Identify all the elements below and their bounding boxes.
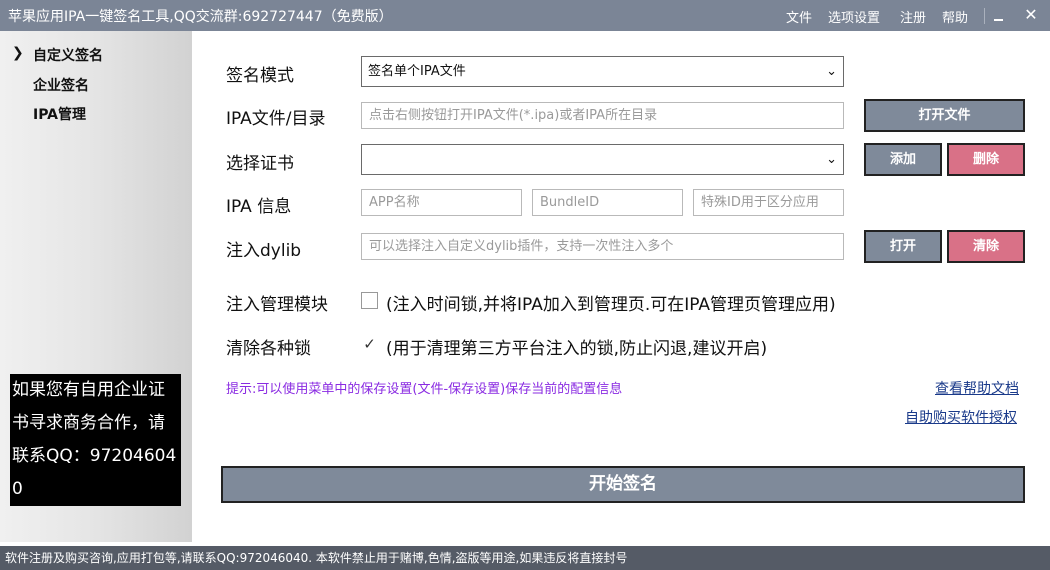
open-file-button[interactable]: 打开文件 xyxy=(864,99,1025,132)
add-certificate-button[interactable]: 添加 xyxy=(864,143,942,176)
help-doc-link[interactable]: 查看帮助文档 xyxy=(935,378,1019,398)
sign-mode-select[interactable]: 签名单个IPA文件 ⌄ xyxy=(361,56,844,87)
sidebar-item-ipa-manage[interactable]: IPA管理 xyxy=(33,104,86,124)
chevron-right-icon: ❯ xyxy=(12,45,24,61)
hint-text: 提示:可以使用菜单中的保存设置(文件-保存设置)保存当前的配置信息 xyxy=(226,382,623,397)
sign-mode-label: 签名模式 xyxy=(226,66,294,86)
menu-help[interactable]: 帮助 xyxy=(942,7,968,26)
chevron-down-icon: ⌄ xyxy=(826,64,837,79)
ipa-info-label: IPA 信息 xyxy=(226,197,292,217)
window-title: 苹果应用IPA一键签名工具,QQ交流群:692727447（免费版） xyxy=(8,9,393,25)
clear-locks-description: (用于清理第三方平台注入的锁,防止闪退,建议开启) xyxy=(386,339,768,359)
menu-register[interactable]: 注册 xyxy=(900,7,926,26)
close-icon[interactable]: ✕ xyxy=(1021,5,1041,25)
status-bar: 软件注册及购买咨询,应用打包等,请联系QQ:972046040. 本软件禁止用于… xyxy=(0,546,1050,570)
title-separator xyxy=(984,8,985,24)
menu-options[interactable]: 选项设置 xyxy=(828,7,880,26)
inject-module-description: (注入时间锁,并将IPA加入到管理页.可在IPA管理页管理应用) xyxy=(386,295,836,315)
bundle-id-input[interactable]: BundleID xyxy=(532,189,683,216)
special-id-input[interactable]: 特殊ID用于区分应用 xyxy=(693,189,844,216)
minimize-icon[interactable] xyxy=(989,5,1009,25)
open-dylib-button[interactable]: 打开 xyxy=(864,230,942,263)
certificate-label: 选择证书 xyxy=(226,154,294,174)
chevron-down-icon: ⌄ xyxy=(826,152,837,167)
ipa-file-input[interactable]: 点击右侧按钮打开IPA文件(*.ipa)或者IPA所在目录 xyxy=(361,102,844,129)
clear-locks-checkbox[interactable]: ✓ xyxy=(361,336,378,353)
inject-module-checkbox[interactable] xyxy=(361,292,378,309)
menu-file[interactable]: 文件 xyxy=(786,7,812,26)
delete-certificate-button[interactable]: 删除 xyxy=(947,143,1025,176)
certificate-select[interactable]: ⌄ xyxy=(361,144,844,175)
start-sign-button[interactable]: 开始签名 xyxy=(221,466,1025,503)
sidebar: ❯ 自定义签名 企业签名 IPA管理 如果您有自用企业证书寻求商务合作，请联系Q… xyxy=(0,31,192,542)
clear-locks-label: 清除各种锁 xyxy=(226,339,311,359)
buy-license-link[interactable]: 自助购买软件授权 xyxy=(905,407,1017,427)
sign-mode-value: 签名单个IPA文件 xyxy=(368,64,466,79)
dylib-label: 注入dylib xyxy=(226,241,302,261)
sidebar-item-enterprise-sign[interactable]: 企业签名 xyxy=(33,75,89,95)
inject-module-label: 注入管理模块 xyxy=(226,295,328,315)
promo-banner: 如果您有自用企业证书寻求商务合作，请联系QQ：972046040 xyxy=(10,374,181,506)
clear-dylib-button[interactable]: 清除 xyxy=(947,230,1025,263)
app-name-input[interactable]: APP名称 xyxy=(361,189,522,216)
title-bar: 苹果应用IPA一键签名工具,QQ交流群:692727447（免费版） 文件 选项… xyxy=(0,0,1050,31)
dylib-input[interactable]: 可以选择注入自定义dylib插件，支持一次性注入多个 xyxy=(361,233,844,260)
sidebar-item-custom-sign[interactable]: 自定义签名 xyxy=(33,45,103,65)
ipa-file-label: IPA文件/目录 xyxy=(226,109,326,129)
